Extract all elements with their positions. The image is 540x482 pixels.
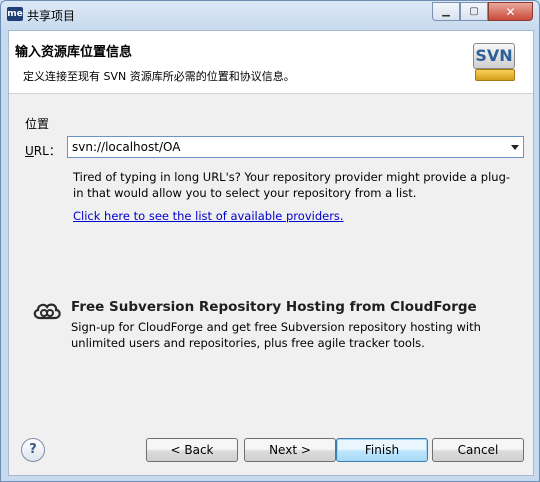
available-providers-link[interactable]: Click here to see the list of available …	[73, 209, 344, 223]
location-group: 位置 URL： svn://localhost/OA Tired of typi…	[15, 107, 525, 223]
minimize-button[interactable]: ▁	[432, 2, 460, 21]
page-description: 定义连接至现有 SVN 资源库所必需的位置和协议信息。	[23, 70, 295, 83]
location-group-label: 位置	[25, 117, 50, 131]
wizard-button-bar: ? < Back Next > Finish Cancel	[9, 435, 533, 463]
share-project-dialog: me 共享项目 ▁ ▢ ✕ 输入资源库位置信息 定义连接至现有 SVN 资源库所…	[0, 0, 540, 482]
close-icon: ✕	[505, 4, 516, 19]
title-bar[interactable]: me 共享项目 ▁ ▢ ✕	[1, 1, 539, 29]
svn-logo-icon: SVN	[473, 43, 517, 85]
window-title: 共享项目	[27, 9, 76, 23]
finish-button[interactable]: Finish	[336, 438, 428, 462]
help-button[interactable]: ?	[21, 438, 45, 462]
dialog-client-area: 输入资源库位置信息 定义连接至现有 SVN 资源库所必需的位置和协议信息。 SV…	[8, 30, 534, 476]
help-icon: ?	[29, 442, 37, 457]
app-icon: me	[7, 7, 23, 21]
url-label-rest: RL：	[33, 144, 61, 158]
close-button[interactable]: ✕	[488, 2, 533, 21]
minimize-icon: ▁	[442, 6, 450, 17]
url-label-mnemonic: U	[25, 144, 34, 158]
page-title: 输入资源库位置信息	[15, 45, 133, 60]
url-label: URL：	[25, 142, 61, 159]
cloudforge-description: Sign-up for CloudForge and get free Subv…	[71, 320, 481, 350]
url-hint-text: Tired of typing in long URL's? Your repo…	[73, 170, 511, 200]
cloudforge-title: Free Subversion Repository Hosting from …	[71, 299, 477, 315]
cancel-button[interactable]: Cancel	[432, 438, 524, 462]
url-combobox[interactable]: svn://localhost/OA	[67, 136, 524, 158]
wizard-header: 输入资源库位置信息 定义连接至现有 SVN 资源库所必需的位置和协议信息。 SV…	[9, 31, 533, 94]
maximize-icon: ▢	[469, 6, 479, 17]
svn-logo-base	[475, 69, 515, 81]
chevron-down-icon[interactable]	[511, 145, 519, 150]
window-controls: ▁ ▢ ✕	[432, 2, 533, 21]
cloudforge-icon	[33, 303, 61, 320]
url-input[interactable]: svn://localhost/OA	[72, 140, 180, 154]
next-button[interactable]: Next >	[244, 438, 336, 462]
back-button[interactable]: < Back	[146, 438, 238, 462]
svn-logo-text: SVN	[473, 43, 515, 69]
maximize-button[interactable]: ▢	[460, 2, 488, 21]
